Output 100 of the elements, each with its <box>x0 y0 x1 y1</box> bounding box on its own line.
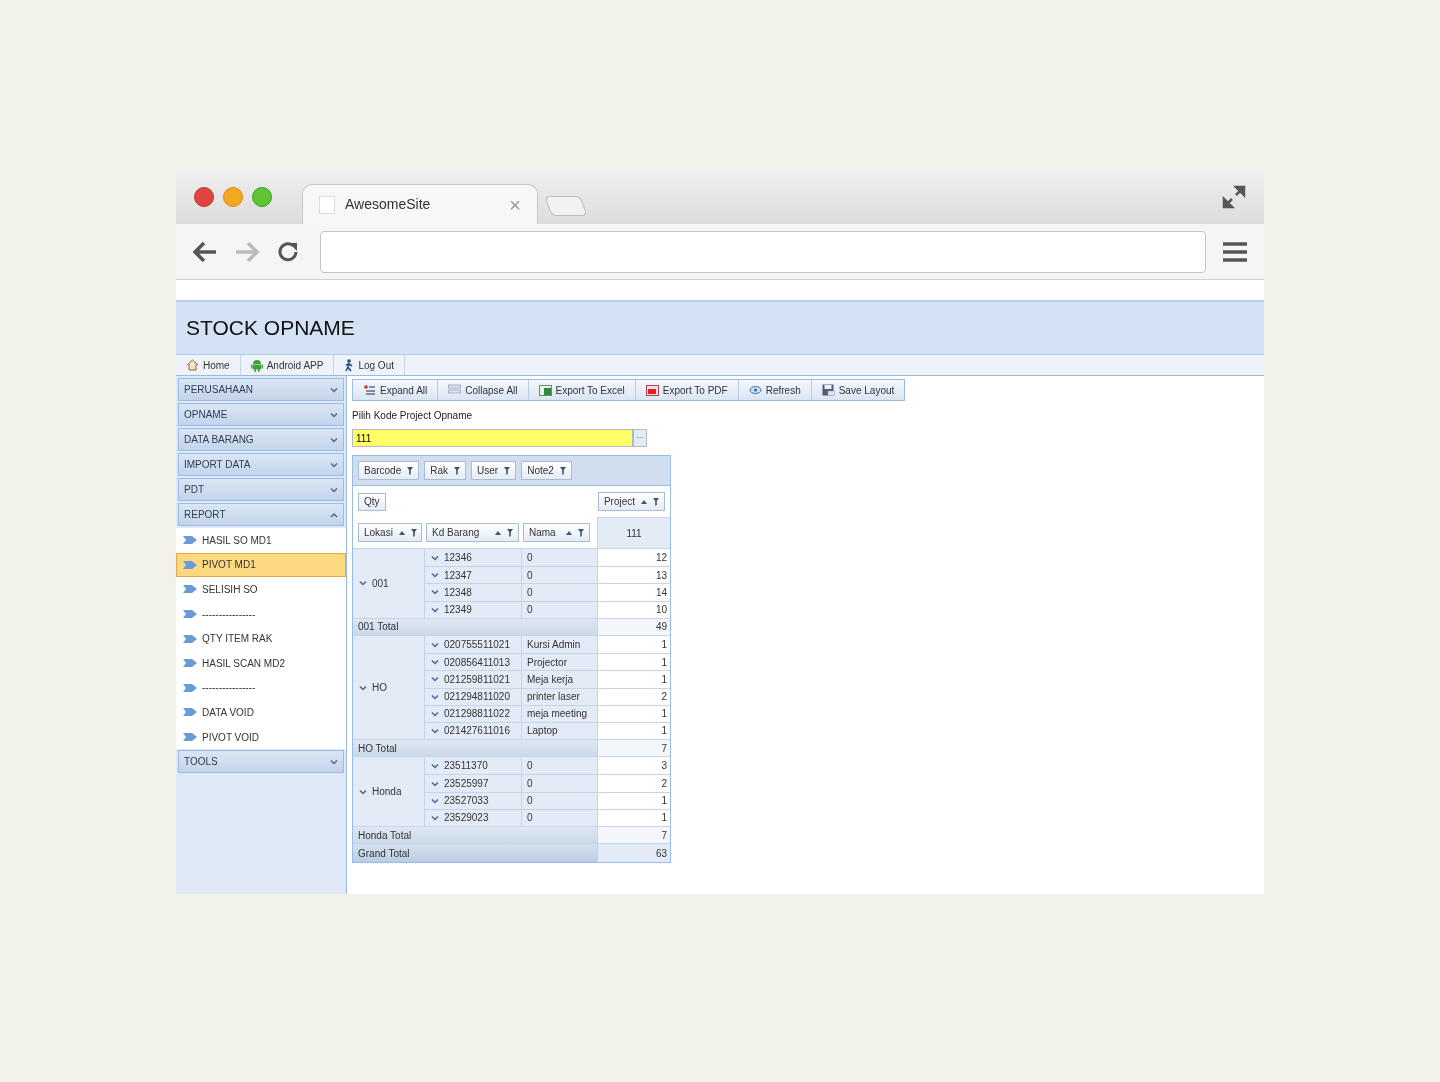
field-header-button[interactable]: User <box>471 461 517 480</box>
project-code-field[interactable]: 111 <box>352 429 633 447</box>
row-header-cell[interactable]: 12348 <box>425 584 522 601</box>
sidebar-section-header[interactable]: PERUSAHAAN <box>178 378 344 401</box>
toolbar-button[interactable]: Export To PDF <box>635 380 739 400</box>
arrow-icon <box>183 559 197 570</box>
arrow-icon <box>183 682 197 693</box>
chevron-icon <box>431 606 439 613</box>
filter-icon[interactable] <box>507 528 513 537</box>
menu-icon[interactable] <box>1222 240 1248 263</box>
value-cell-text: 1 <box>660 707 668 722</box>
field-header-button[interactable]: Note2 <box>521 461 572 480</box>
sidebar-section-header[interactable]: OPNAME <box>178 403 344 426</box>
row-header-cell[interactable]: 23511370 <box>425 757 522 775</box>
sidebar-item[interactable]: SELISIH SO <box>176 577 346 602</box>
value-cell-text: 2 <box>660 690 668 705</box>
chevron-icon <box>431 693 439 700</box>
chevron-icon <box>431 572 439 579</box>
chevron-icon <box>431 814 439 821</box>
sidebar-item[interactable]: QTY ITEM RAK <box>176 626 346 651</box>
filter-icon[interactable] <box>454 466 461 475</box>
filter-icon[interactable] <box>407 466 414 475</box>
row-header-cell[interactable]: 12347 <box>425 567 522 584</box>
row-header-cell[interactable]: 020755511021 <box>425 635 522 654</box>
value-cell-text: 1 <box>660 638 668 653</box>
toolbar-button[interactable]: Refresh <box>738 380 812 400</box>
browse-button[interactable]: ··· <box>633 429 647 447</box>
back-arrow-icon[interactable] <box>192 240 218 263</box>
nav-link[interactable]: Android APP <box>240 355 335 375</box>
row-header-cell[interactable]: 12346 <box>425 549 522 567</box>
filter-icon[interactable] <box>504 466 511 475</box>
sidebar-item[interactable]: HASIL SCAN MD2 <box>176 650 346 676</box>
total-value-cell: 49 <box>598 618 670 635</box>
chevron-icon <box>431 762 439 769</box>
sort-ascending-icon <box>398 530 405 535</box>
row-header-cell[interactable]: 021427611016 <box>425 722 522 740</box>
filter-icon[interactable] <box>653 497 659 506</box>
field-header-button[interactable]: Rak <box>424 461 467 480</box>
sidebar-section-header[interactable]: IMPORT DATA <box>178 453 344 476</box>
sort-ascending-icon <box>495 530 501 535</box>
sidebar-section-header[interactable]: REPORT <box>178 503 344 526</box>
total-label-cell: 001 Total <box>353 618 598 635</box>
house-icon <box>186 359 199 371</box>
arrow-icon <box>183 633 197 644</box>
row-header-cell[interactable]: 12349 <box>425 601 522 618</box>
maximize-window-icon[interactable] <box>252 187 272 207</box>
field-header-button[interactable]: Qty <box>358 492 386 511</box>
fullscreen-icon[interactable] <box>1222 185 1246 209</box>
toolbar-button[interactable]: Collapse All <box>438 380 529 400</box>
row-group-cell[interactable]: HO <box>353 635 425 740</box>
field-header-button[interactable]: Project <box>597 492 665 511</box>
arrow-icon <box>183 658 197 669</box>
sidebar-item[interactable]: ---------------- <box>176 601 346 627</box>
field-header-button[interactable]: Kd Barang <box>426 523 519 542</box>
field-header-button[interactable]: Barcode <box>358 461 420 480</box>
value-cell-text: 13 <box>654 568 668 583</box>
row-header-cell[interactable]: 020856411013 <box>425 654 522 671</box>
collapse-list-icon <box>448 384 462 396</box>
chevron-icon <box>330 436 338 443</box>
sidebar-section-header[interactable]: PDT <box>178 478 344 501</box>
field-header-button[interactable]: Lokasi <box>358 523 422 542</box>
toolbar-button[interactable]: Save Layout <box>811 380 905 400</box>
close-window-icon[interactable] <box>194 187 214 207</box>
nav-link[interactable]: Log Out <box>334 355 405 375</box>
row-header-cell[interactable]: 021259811021 <box>425 671 522 688</box>
row-header-cell[interactable]: 021298811022 <box>425 705 522 722</box>
arrow-icon <box>183 609 197 620</box>
sidebar-item[interactable]: PIVOT MD1 <box>176 552 346 578</box>
field-header-button[interactable]: Nama <box>523 523 590 542</box>
sidebar-section-header[interactable]: DATA BARANG <box>178 428 344 451</box>
filter-icon[interactable] <box>559 466 566 475</box>
row-group-cell[interactable]: 001 <box>353 549 425 618</box>
row-header-cell[interactable]: 021294811020 <box>425 688 522 705</box>
row-header-cell[interactable]: 23529023 <box>425 809 522 826</box>
chevron-icon <box>431 641 439 648</box>
total-value-cell: 7 <box>598 827 670 844</box>
chevron-icon <box>330 758 338 765</box>
sidebar-section-header[interactable]: TOOLS <box>178 750 344 774</box>
nav-link[interactable]: Home <box>176 355 241 375</box>
field-label: Lokasi <box>364 526 393 540</box>
reload-icon[interactable] <box>276 239 300 264</box>
sidebar-item[interactable]: ---------------- <box>176 675 346 701</box>
chevron-icon <box>330 511 338 518</box>
expand-list-icon <box>363 384 376 396</box>
row-header-cell[interactable]: 23527033 <box>425 792 522 809</box>
sidebar-item[interactable]: DATA VOID <box>176 700 346 725</box>
arrow-icon <box>183 535 197 546</box>
filter-icon[interactable] <box>410 528 417 537</box>
row-header-cell[interactable]: 23525997 <box>425 775 522 792</box>
toolbar-button[interactable]: Export To Excel <box>528 380 636 400</box>
filter-icon[interactable] <box>578 528 584 537</box>
sidebar-item[interactable]: PIVOT VOID <box>176 724 346 750</box>
grand-total-value-cell: 63 <box>598 844 670 863</box>
row-group-cell[interactable]: Honda <box>353 757 425 826</box>
row-header-cell: 0 <box>522 601 598 618</box>
toolbar-button[interactable]: Expand All <box>353 380 439 400</box>
sidebar-item[interactable]: HASIL SO MD1 <box>176 528 346 553</box>
chevron-icon <box>359 684 367 691</box>
arrow-icon <box>183 732 197 743</box>
browser-tab[interactable]: AwesomeSite × <box>302 184 538 224</box>
